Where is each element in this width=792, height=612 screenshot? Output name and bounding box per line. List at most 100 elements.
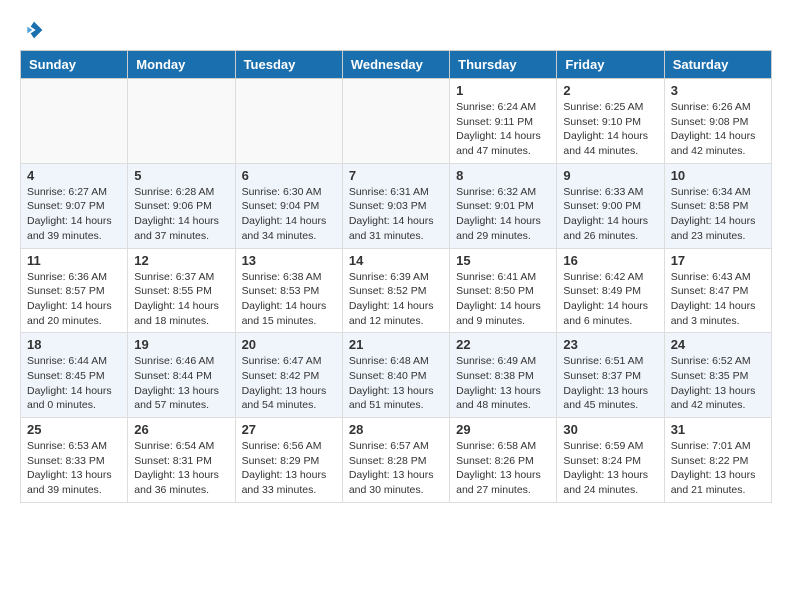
- day-number: 27: [242, 422, 336, 437]
- calendar-week-row: 1Sunrise: 6:24 AM Sunset: 9:11 PM Daylig…: [21, 79, 772, 164]
- day-info: Sunrise: 6:47 AM Sunset: 8:42 PM Dayligh…: [242, 354, 336, 413]
- calendar-day-cell: 27 Sunrise: 6:56 AM Sunset: 8:29 PM Dayli…: [235, 418, 342, 503]
- day-info: Sunrise: 7:01 AM Sunset: 8:22 PM Dayligh…: [671, 439, 765, 498]
- day-number: 24: [671, 337, 765, 352]
- day-info: Sunrise: 6:44 AM Sunset: 8:45 PM Dayligh…: [27, 354, 121, 413]
- calendar-day-cell: 14 Sunrise: 6:39 AM Sunset: 8:52 PM Dayli…: [342, 248, 449, 333]
- day-of-week-header: Thursday: [450, 51, 557, 79]
- calendar-day-cell: 15 Sunrise: 6:41 AM Sunset: 8:50 PM Dayli…: [450, 248, 557, 333]
- day-info: Sunrise: 6:48 AM Sunset: 8:40 PM Dayligh…: [349, 354, 443, 413]
- calendar-day-cell: 21 Sunrise: 6:48 AM Sunset: 8:40 PM Dayli…: [342, 333, 449, 418]
- day-number: 23: [563, 337, 657, 352]
- calendar-day-cell: [128, 79, 235, 164]
- day-info: Sunrise: 6:42 AM Sunset: 8:49 PM Dayligh…: [563, 270, 657, 329]
- calendar-week-row: 18 Sunrise: 6:44 AM Sunset: 8:45 PM Dayli…: [21, 333, 772, 418]
- day-of-week-header: Wednesday: [342, 51, 449, 79]
- day-number: 25: [27, 422, 121, 437]
- calendar-day-cell: 3 Sunrise: 6:26 AM Sunset: 9:08 PM Daylig…: [664, 79, 771, 164]
- day-number: 3: [671, 83, 765, 98]
- day-number: 26: [134, 422, 228, 437]
- day-info: Sunrise: 6:31 AM Sunset: 9:03 PM Dayligh…: [349, 185, 443, 244]
- day-number: 22: [456, 337, 550, 352]
- day-number: 29: [456, 422, 550, 437]
- day-info: Sunrise: 6:56 AM Sunset: 8:29 PM Dayligh…: [242, 439, 336, 498]
- day-number: 14: [349, 253, 443, 268]
- calendar-day-cell: 20 Sunrise: 6:47 AM Sunset: 8:42 PM Dayli…: [235, 333, 342, 418]
- day-number: 2: [563, 83, 657, 98]
- calendar-day-cell: [21, 79, 128, 164]
- day-info: Sunrise: 6:52 AM Sunset: 8:35 PM Dayligh…: [671, 354, 765, 413]
- calendar-day-cell: 23Sunrise: 6:51 AM Sunset: 8:37 PM Dayli…: [557, 333, 664, 418]
- day-number: 13: [242, 253, 336, 268]
- day-info: Sunrise: 6:49 AM Sunset: 8:38 PM Dayligh…: [456, 354, 550, 413]
- day-number: 8: [456, 168, 550, 183]
- day-of-week-header: Saturday: [664, 51, 771, 79]
- calendar-day-cell: 25 Sunrise: 6:53 AM Sunset: 8:33 PM Dayli…: [21, 418, 128, 503]
- calendar-day-cell: 16Sunrise: 6:42 AM Sunset: 8:49 PM Dayli…: [557, 248, 664, 333]
- calendar-day-cell: 12 Sunrise: 6:37 AM Sunset: 8:55 PM Dayli…: [128, 248, 235, 333]
- calendar-day-cell: 2 Sunrise: 6:25 AM Sunset: 9:10 PM Daylig…: [557, 79, 664, 164]
- day-number: 11: [27, 253, 121, 268]
- page-header: [20, 20, 772, 40]
- day-info: Sunrise: 6:41 AM Sunset: 8:50 PM Dayligh…: [456, 270, 550, 329]
- day-number: 5: [134, 168, 228, 183]
- calendar-day-cell: 8Sunrise: 6:32 AM Sunset: 9:01 PM Daylig…: [450, 163, 557, 248]
- day-info: Sunrise: 6:26 AM Sunset: 9:08 PM Dayligh…: [671, 100, 765, 159]
- calendar-day-cell: 18 Sunrise: 6:44 AM Sunset: 8:45 PM Dayli…: [21, 333, 128, 418]
- calendar-day-cell: 26 Sunrise: 6:54 AM Sunset: 8:31 PM Dayli…: [128, 418, 235, 503]
- calendar-day-cell: 4 Sunrise: 6:27 AM Sunset: 9:07 PM Daylig…: [21, 163, 128, 248]
- calendar-day-cell: 5 Sunrise: 6:28 AM Sunset: 9:06 PM Daylig…: [128, 163, 235, 248]
- calendar-day-cell: 7Sunrise: 6:31 AM Sunset: 9:03 PM Daylig…: [342, 163, 449, 248]
- day-info: Sunrise: 6:27 AM Sunset: 9:07 PM Dayligh…: [27, 185, 121, 244]
- day-number: 30: [563, 422, 657, 437]
- day-info: Sunrise: 6:54 AM Sunset: 8:31 PM Dayligh…: [134, 439, 228, 498]
- day-of-week-header: Sunday: [21, 51, 128, 79]
- calendar-day-cell: 9 Sunrise: 6:33 AM Sunset: 9:00 PM Daylig…: [557, 163, 664, 248]
- calendar-day-cell: 31 Sunrise: 7:01 AM Sunset: 8:22 PM Dayli…: [664, 418, 771, 503]
- day-of-week-header: Monday: [128, 51, 235, 79]
- calendar-week-row: 4 Sunrise: 6:27 AM Sunset: 9:07 PM Daylig…: [21, 163, 772, 248]
- calendar-day-cell: 6 Sunrise: 6:30 AM Sunset: 9:04 PM Daylig…: [235, 163, 342, 248]
- day-number: 4: [27, 168, 121, 183]
- day-info: Sunrise: 6:53 AM Sunset: 8:33 PM Dayligh…: [27, 439, 121, 498]
- calendar-table: SundayMondayTuesdayWednesdayThursdayFrid…: [20, 50, 772, 503]
- calendar-day-cell: 28Sunrise: 6:57 AM Sunset: 8:28 PM Dayli…: [342, 418, 449, 503]
- day-number: 10: [671, 168, 765, 183]
- day-number: 15: [456, 253, 550, 268]
- day-number: 18: [27, 337, 121, 352]
- calendar-day-cell: 24 Sunrise: 6:52 AM Sunset: 8:35 PM Dayli…: [664, 333, 771, 418]
- calendar-day-cell: 13 Sunrise: 6:38 AM Sunset: 8:53 PM Dayli…: [235, 248, 342, 333]
- calendar-day-cell: [235, 79, 342, 164]
- calendar-day-cell: 1Sunrise: 6:24 AM Sunset: 9:11 PM Daylig…: [450, 79, 557, 164]
- logo-icon: [24, 20, 44, 40]
- calendar-day-cell: 11 Sunrise: 6:36 AM Sunset: 8:57 PM Dayli…: [21, 248, 128, 333]
- day-number: 19: [134, 337, 228, 352]
- day-number: 12: [134, 253, 228, 268]
- day-info: Sunrise: 6:39 AM Sunset: 8:52 PM Dayligh…: [349, 270, 443, 329]
- day-number: 20: [242, 337, 336, 352]
- day-info: Sunrise: 6:37 AM Sunset: 8:55 PM Dayligh…: [134, 270, 228, 329]
- day-number: 31: [671, 422, 765, 437]
- calendar-week-row: 25 Sunrise: 6:53 AM Sunset: 8:33 PM Dayli…: [21, 418, 772, 503]
- day-number: 9: [563, 168, 657, 183]
- day-of-week-header: Friday: [557, 51, 664, 79]
- calendar-day-cell: 29 Sunrise: 6:58 AM Sunset: 8:26 PM Dayli…: [450, 418, 557, 503]
- day-info: Sunrise: 6:34 AM Sunset: 8:58 PM Dayligh…: [671, 185, 765, 244]
- day-info: Sunrise: 6:25 AM Sunset: 9:10 PM Dayligh…: [563, 100, 657, 159]
- day-number: 28: [349, 422, 443, 437]
- day-info: Sunrise: 6:46 AM Sunset: 8:44 PM Dayligh…: [134, 354, 228, 413]
- day-info: Sunrise: 6:36 AM Sunset: 8:57 PM Dayligh…: [27, 270, 121, 329]
- calendar-day-cell: 30 Sunrise: 6:59 AM Sunset: 8:24 PM Dayli…: [557, 418, 664, 503]
- calendar-week-row: 11 Sunrise: 6:36 AM Sunset: 8:57 PM Dayli…: [21, 248, 772, 333]
- calendar-day-cell: 10 Sunrise: 6:34 AM Sunset: 8:58 PM Dayli…: [664, 163, 771, 248]
- day-info: Sunrise: 6:30 AM Sunset: 9:04 PM Dayligh…: [242, 185, 336, 244]
- day-number: 21: [349, 337, 443, 352]
- day-info: Sunrise: 6:38 AM Sunset: 8:53 PM Dayligh…: [242, 270, 336, 329]
- day-number: 6: [242, 168, 336, 183]
- day-info: Sunrise: 6:59 AM Sunset: 8:24 PM Dayligh…: [563, 439, 657, 498]
- day-info: Sunrise: 6:28 AM Sunset: 9:06 PM Dayligh…: [134, 185, 228, 244]
- calendar-day-cell: [342, 79, 449, 164]
- day-info: Sunrise: 6:58 AM Sunset: 8:26 PM Dayligh…: [456, 439, 550, 498]
- day-info: Sunrise: 6:33 AM Sunset: 9:00 PM Dayligh…: [563, 185, 657, 244]
- day-number: 17: [671, 253, 765, 268]
